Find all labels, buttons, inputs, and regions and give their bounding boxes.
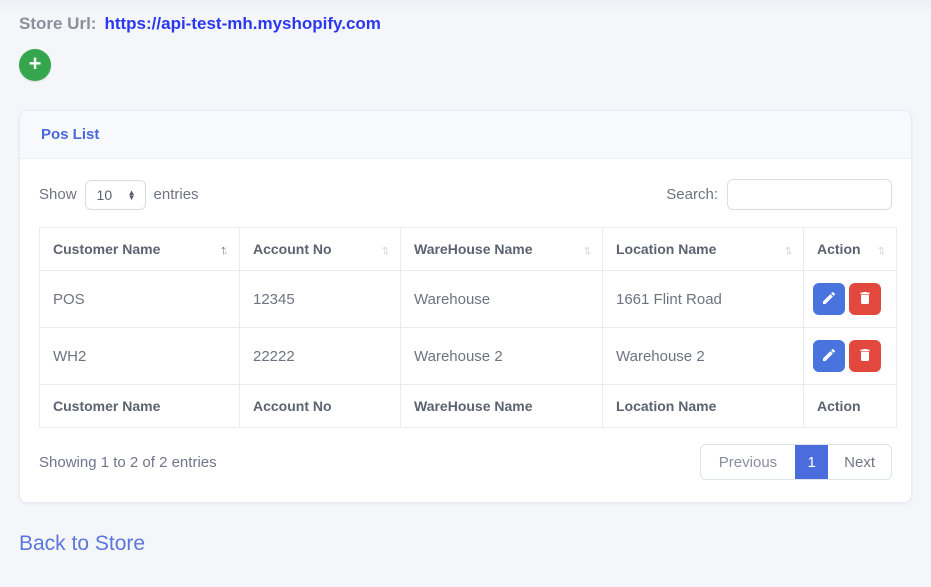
delete-button[interactable] [849, 283, 881, 315]
pos-list-card: Pos List Show 10 ▲▼ entries Search: [19, 110, 912, 503]
select-caret-icon: ▲▼ [128, 190, 136, 200]
table-footer-row: Customer Name Account No WareHouse Name … [40, 385, 897, 428]
column-header-customer-name[interactable]: Customer Name ↑↓ [40, 228, 240, 271]
footer-column-account-no: Account No [240, 385, 401, 428]
column-header-action[interactable]: Action ↑↓ [804, 228, 897, 271]
entries-label: entries [154, 186, 199, 203]
pos-list-page: Store Url: https://api-test-mh.myshopify… [0, 0, 931, 587]
add-pos-button[interactable]: + [19, 49, 51, 81]
column-label: Location Name [616, 241, 716, 257]
card-body: Show 10 ▲▼ entries Search: [20, 159, 911, 502]
cell-account-no: 22222 [240, 328, 401, 385]
store-url-link[interactable]: https://api-test-mh.myshopify.com [104, 14, 380, 34]
cell-warehouse-name: Warehouse [401, 271, 603, 328]
cell-account-no: 12345 [240, 271, 401, 328]
table-controls: Show 10 ▲▼ entries Search: [39, 179, 892, 210]
footer-column-location-name: Location Name [603, 385, 804, 428]
cell-location-name: Warehouse 2 [603, 328, 804, 385]
delete-button[interactable] [849, 340, 881, 372]
column-label: Action [817, 241, 861, 257]
sort-icon: ↑↓ [220, 242, 229, 257]
cell-actions [804, 328, 897, 385]
page-length-group: Show 10 ▲▼ entries [39, 180, 199, 210]
footer-column-warehouse-name: WareHouse Name [401, 385, 603, 428]
footer-column-action: Action [804, 385, 897, 428]
edit-button[interactable] [813, 340, 845, 372]
table-footer-bar: Showing 1 to 2 of 2 entries Previous 1 N… [39, 444, 892, 480]
cell-customer-name: WH2 [40, 328, 240, 385]
column-label: Account No [253, 241, 332, 257]
store-url-label: Store Url: [19, 14, 96, 34]
column-label: WareHouse Name [414, 241, 533, 257]
sort-icon: ↑↓ [877, 242, 886, 257]
column-header-account-no[interactable]: Account No ↑↓ [240, 228, 401, 271]
store-url-row: Store Url: https://api-test-mh.myshopify… [19, 12, 912, 34]
footer-column-customer-name: Customer Name [40, 385, 240, 428]
sort-icon: ↑↓ [784, 242, 793, 257]
plus-icon: + [29, 53, 42, 75]
search-group: Search: [666, 179, 892, 210]
search-label: Search: [666, 186, 718, 203]
card-header: Pos List [20, 111, 911, 159]
search-input[interactable] [727, 179, 892, 210]
cell-actions [804, 271, 897, 328]
cell-customer-name: POS [40, 271, 240, 328]
column-label: Customer Name [53, 241, 160, 257]
card-title: Pos List [41, 126, 99, 143]
table-row: POS 12345 Warehouse 1661 Flint Road [40, 271, 897, 328]
sort-icon: ↑↓ [381, 242, 390, 257]
pagination-next-button[interactable]: Next [828, 445, 891, 479]
pagination: Previous 1 Next [700, 444, 892, 480]
column-header-warehouse-name[interactable]: WareHouse Name ↑↓ [401, 228, 603, 271]
cell-warehouse-name: Warehouse 2 [401, 328, 603, 385]
table-header-row: Customer Name ↑↓ Account No ↑↓ [40, 228, 897, 271]
trash-icon [857, 347, 873, 366]
page-length-select[interactable]: 10 ▲▼ [85, 180, 146, 210]
pencil-icon [821, 290, 837, 309]
show-label: Show [39, 186, 77, 203]
cell-location-name: 1661 Flint Road [603, 271, 804, 328]
pagination-page-1-button[interactable]: 1 [795, 445, 828, 479]
table-row: WH2 22222 Warehouse 2 Warehouse 2 [40, 328, 897, 385]
pencil-icon [821, 347, 837, 366]
trash-icon [857, 290, 873, 309]
pos-table: Customer Name ↑↓ Account No ↑↓ [39, 227, 897, 428]
sort-icon: ↑↓ [583, 242, 592, 257]
page-length-value: 10 [97, 187, 113, 203]
column-header-location-name[interactable]: Location Name ↑↓ [603, 228, 804, 271]
edit-button[interactable] [813, 283, 845, 315]
back-to-store-link[interactable]: Back to Store [19, 532, 145, 556]
pagination-previous-button[interactable]: Previous [701, 445, 795, 479]
showing-info: Showing 1 to 2 of 2 entries [39, 454, 217, 471]
